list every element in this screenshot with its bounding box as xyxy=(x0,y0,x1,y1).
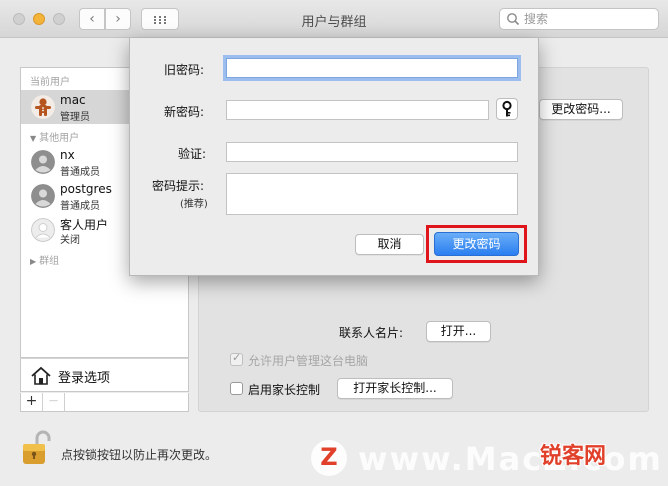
verify-label: 验证: xyxy=(178,147,207,161)
user-role: 普通成员 xyxy=(60,201,100,212)
contact-card-label: 联系人名片: xyxy=(339,326,404,340)
parental-controls-checkbox[interactable] xyxy=(230,382,243,395)
password-hint-field[interactable] xyxy=(226,173,518,215)
watermark-badge: 锐客网 xyxy=(540,444,607,469)
gingerbread-avatar-icon xyxy=(31,95,55,119)
open-contact-button[interactable]: 打开... xyxy=(426,321,491,342)
old-password-label: 旧密码: xyxy=(164,63,205,77)
user-name: mac xyxy=(60,93,86,107)
disclosure-right-icon: ▶ xyxy=(30,257,37,266)
user-name: nx xyxy=(60,148,75,162)
search-input[interactable] xyxy=(524,11,654,27)
disclosure-down-icon: ▼ xyxy=(30,134,37,143)
user-avatar-icon xyxy=(31,150,55,174)
lock-hint-text: 点按锁按钮以防止再次更改。 xyxy=(61,448,218,462)
user-avatar-icon xyxy=(31,184,55,208)
add-remove-bar: + — xyxy=(20,393,189,412)
old-password-field[interactable] xyxy=(226,58,518,78)
watermark-logo: Z xyxy=(311,440,347,476)
allow-admin-label: 允许用户管理这台电脑 xyxy=(248,354,369,368)
parental-controls-label: 启用家长控制 xyxy=(248,383,321,397)
user-name: postgres xyxy=(60,182,112,196)
title-bar: ‹ › 用户与群组 xyxy=(0,0,668,38)
other-users-header[interactable]: ▼ 其他用户 xyxy=(30,129,79,144)
password-assistant-button[interactable] xyxy=(496,98,518,120)
search-icon xyxy=(507,13,520,26)
user-role: 普通成员 xyxy=(60,167,100,178)
lock-icon[interactable] xyxy=(20,430,52,466)
password-hint-sublabel: (推荐) xyxy=(180,199,208,210)
key-icon xyxy=(502,100,512,117)
verify-password-field[interactable] xyxy=(226,142,518,162)
watermark-logo-letter: Z xyxy=(320,443,338,471)
change-password-sheet: 旧密码: 新密码: 验证: 密码提示: (推荐) 取消 更改密码 xyxy=(129,38,539,276)
login-options-row[interactable]: 登录选项 xyxy=(20,358,189,392)
user-role: 关闭 xyxy=(60,235,80,246)
new-password-label: 新密码: xyxy=(164,105,205,119)
groups-header[interactable]: ▶ 群组 xyxy=(30,252,59,267)
remove-user-button[interactable]: — xyxy=(43,393,65,411)
confirm-change-password-button[interactable]: 更改密码 xyxy=(434,232,519,256)
watermark-text: www.MacZ.com xyxy=(358,440,663,478)
other-users-label: 其他用户 xyxy=(39,133,80,144)
login-options-label: 登录选项 xyxy=(58,371,111,386)
house-icon xyxy=(31,366,51,385)
allow-admin-checkbox[interactable] xyxy=(230,351,243,366)
search-box[interactable] xyxy=(499,8,659,30)
change-password-button[interactable]: 更改密码... xyxy=(539,99,623,120)
add-user-button[interactable]: + xyxy=(21,393,43,411)
user-role: 管理员 xyxy=(60,112,90,123)
groups-label: 群组 xyxy=(39,256,60,267)
new-password-field[interactable] xyxy=(226,100,489,120)
guest-avatar-icon xyxy=(31,218,55,242)
cancel-button[interactable]: 取消 xyxy=(355,234,424,255)
open-parental-controls-button[interactable]: 打开家长控制... xyxy=(337,378,453,399)
current-users-label: 当前用户 xyxy=(30,77,70,88)
password-hint-label: 密码提示: xyxy=(152,179,205,193)
